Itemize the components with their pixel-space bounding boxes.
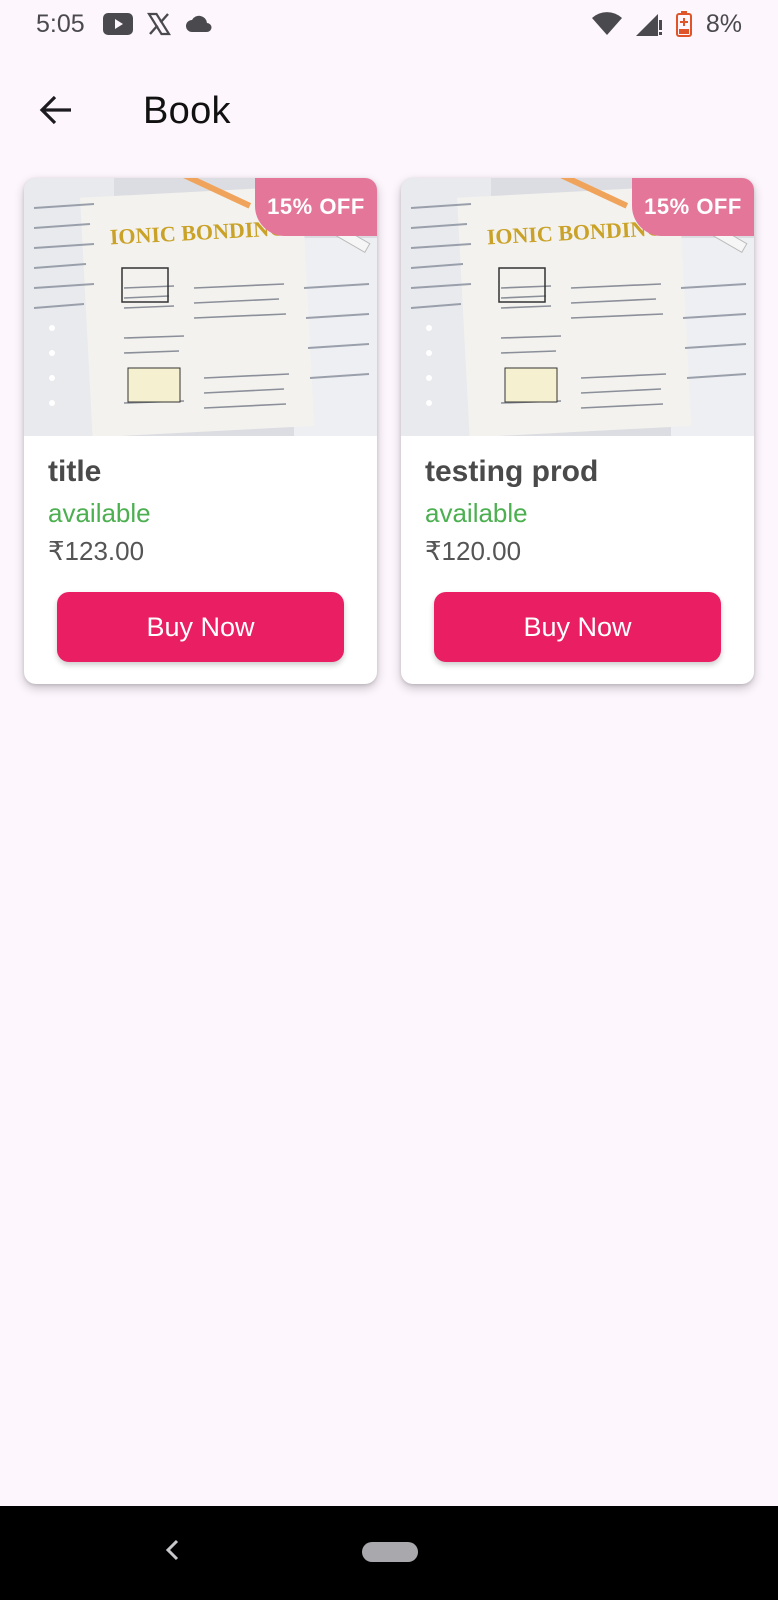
product-price: ₹123.00 bbox=[48, 536, 145, 566]
chevron-left-icon bbox=[164, 1538, 180, 1567]
back-button[interactable] bbox=[28, 84, 84, 140]
status-left: 5:05 bbox=[36, 10, 213, 39]
availability-status: available bbox=[48, 498, 151, 528]
product-card[interactable]: IONIC BONDING 15% OFF testing prod avail… bbox=[401, 178, 754, 684]
product-card[interactable]: IONIC BONDING 15% OFF title available ₹1… bbox=[24, 178, 377, 684]
buy-now-button[interactable]: Buy Now bbox=[57, 592, 344, 662]
battery-percent: 8% bbox=[705, 9, 742, 38]
status-bar: 5:05 8% bbox=[0, 0, 778, 48]
status-right: 8% bbox=[591, 9, 742, 39]
product-info: title available ₹123.00 bbox=[24, 436, 377, 570]
product-title: testing prod bbox=[425, 455, 599, 488]
app-bar: Book bbox=[0, 72, 778, 152]
system-nav-bar bbox=[0, 1506, 778, 1600]
arrow-left-icon bbox=[39, 95, 73, 130]
page-title: Book bbox=[143, 90, 231, 132]
home-pill-icon[interactable] bbox=[362, 1542, 418, 1562]
product-info: testing prod available ₹120.00 bbox=[401, 436, 754, 570]
discount-badge: 15% OFF bbox=[255, 178, 377, 236]
nav-back-button[interactable] bbox=[158, 1534, 186, 1570]
status-time: 5:05 bbox=[36, 9, 85, 38]
product-image: IONIC BONDING 15% OFF bbox=[24, 178, 377, 436]
discount-badge: 15% OFF bbox=[632, 178, 754, 236]
buy-now-button[interactable]: Buy Now bbox=[434, 592, 721, 662]
product-image: IONIC BONDING 15% OFF bbox=[401, 178, 754, 436]
youtube-icon bbox=[102, 13, 133, 35]
battery-icon bbox=[675, 11, 692, 37]
signal-icon bbox=[635, 12, 662, 36]
cloud-icon bbox=[185, 14, 213, 34]
product-title: title bbox=[48, 455, 102, 488]
availability-status: available bbox=[425, 498, 528, 528]
product-grid: IONIC BONDING 15% OFF title available ₹1… bbox=[24, 178, 754, 684]
wifi-icon bbox=[591, 12, 622, 36]
product-price: ₹120.00 bbox=[425, 536, 522, 566]
x-icon bbox=[146, 12, 171, 36]
